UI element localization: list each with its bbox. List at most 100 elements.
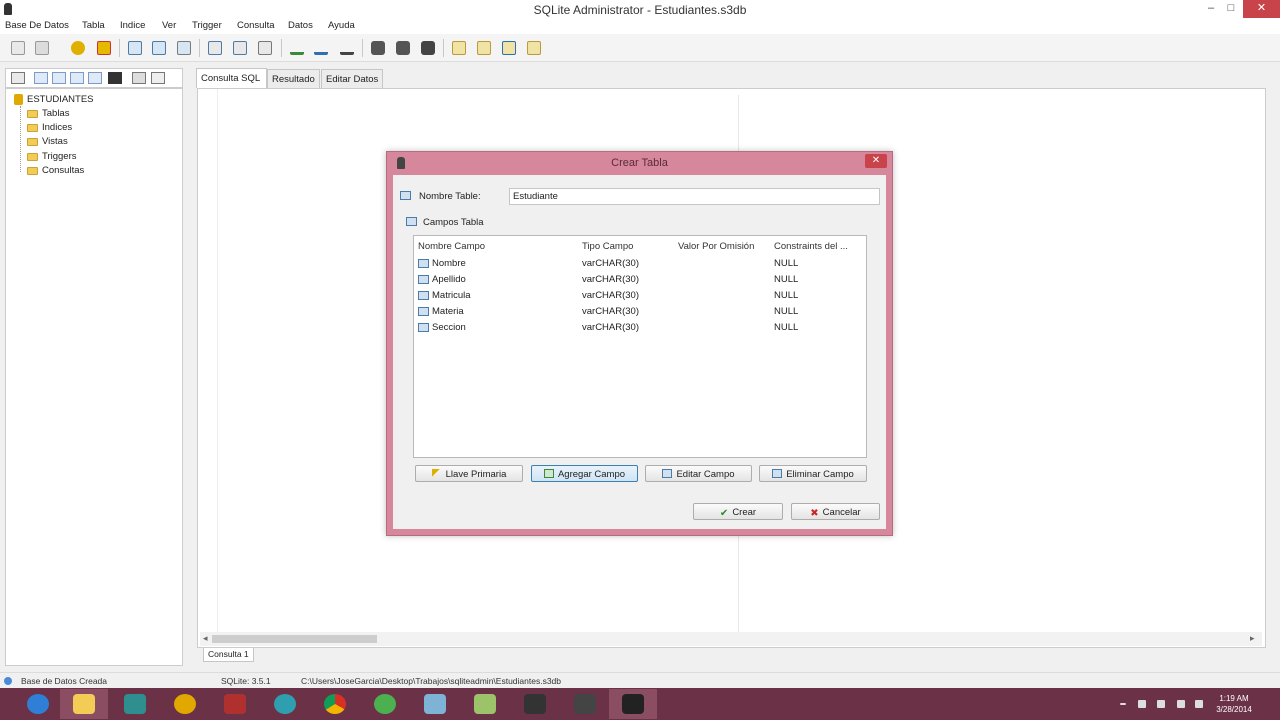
menu-base-de-datos[interactable]: Base De Datos	[5, 20, 69, 31]
fields-table[interactable]: Nombre Campo Tipo Campo Valor Por Omisió…	[413, 235, 867, 458]
run-query-button[interactable]	[499, 38, 519, 58]
menu-tabla[interactable]: Tabla	[82, 20, 105, 31]
start-button[interactable]	[14, 689, 62, 719]
scroll-left-icon[interactable]: ◂	[203, 633, 208, 644]
cancel-button[interactable]: ✖ Cancelar	[791, 503, 880, 520]
save-query-button[interactable]	[474, 38, 494, 58]
menu-ver[interactable]: Ver	[162, 20, 176, 31]
tree-index-icon[interactable]	[70, 72, 84, 84]
create-button[interactable]: ✔ Crear	[693, 503, 783, 520]
delete-view-button[interactable]	[255, 38, 275, 58]
tree-item-vistas[interactable]: Vistas	[27, 135, 167, 149]
field-type: varCHAR(30)	[582, 306, 640, 317]
taskbar-chrome[interactable]	[311, 689, 359, 719]
edit-trigger-button[interactable]	[393, 38, 413, 58]
new-database-button[interactable]	[8, 38, 28, 58]
tab-editar-datos[interactable]: Editar Datos	[321, 69, 383, 88]
taskbar-media-player[interactable]	[161, 689, 209, 719]
taskbar-app-3[interactable]	[261, 689, 309, 719]
edit-table-button[interactable]	[149, 38, 169, 58]
taskbar-file-explorer[interactable]	[60, 689, 108, 719]
taskbar-sqlite-admin[interactable]	[609, 689, 657, 719]
table-row[interactable]: Materia varCHAR(30) NULL	[414, 304, 866, 320]
delete-table-button[interactable]	[174, 38, 194, 58]
tree-view-icon[interactable]	[52, 72, 66, 84]
taskbar-app-1[interactable]	[111, 689, 159, 719]
menu-ayuda[interactable]: Ayuda	[328, 20, 355, 31]
taskbar-app-5[interactable]	[461, 689, 509, 719]
tree-refresh-icon[interactable]	[151, 72, 165, 84]
table-name-input[interactable]	[509, 188, 880, 205]
table-delete-icon	[177, 41, 191, 55]
tree-item-tablas[interactable]: Tablas	[27, 107, 167, 121]
tree-trigger-icon[interactable]	[108, 72, 122, 84]
tray-flag-icon[interactable]	[1157, 700, 1165, 708]
column-header-nombre-campo[interactable]: Nombre Campo	[418, 241, 485, 252]
tree-item-label: Indices	[42, 122, 73, 133]
menu-datos[interactable]: Datos	[288, 20, 313, 31]
tree-root[interactable]: ESTUDIANTES	[14, 93, 174, 107]
edit-query-button[interactable]	[524, 38, 544, 58]
cancel-label: Cancelar	[822, 506, 861, 518]
new-query-button[interactable]	[449, 38, 469, 58]
scroll-thumb[interactable]	[212, 635, 377, 643]
edit-field-button[interactable]: Editar Campo	[645, 465, 752, 482]
view-delete-icon	[258, 41, 272, 55]
taskbar-app-6[interactable]	[511, 689, 559, 719]
tray-network-icon[interactable]	[1138, 700, 1146, 708]
query-run-icon	[502, 41, 516, 55]
taskbar-app-4[interactable]	[411, 689, 459, 719]
column-header-tipo-campo[interactable]: Tipo Campo	[582, 241, 633, 252]
app-icon	[574, 694, 596, 714]
tray-volume-icon[interactable]	[1195, 700, 1203, 708]
menu-trigger[interactable]: Trigger	[192, 20, 222, 31]
create-table-button[interactable]	[125, 38, 145, 58]
edit-index-button[interactable]	[311, 38, 331, 58]
table-row[interactable]: Apellido varCHAR(30) NULL	[414, 272, 866, 288]
delete-index-button[interactable]	[337, 38, 357, 58]
tab-consulta-sql[interactable]: Consulta SQL	[196, 68, 267, 88]
database-icon	[14, 94, 23, 105]
taskbar-app-7[interactable]	[561, 689, 609, 719]
delete-field-button[interactable]: Eliminar Campo	[759, 465, 867, 482]
tree-table-icon[interactable]	[34, 72, 48, 84]
taskbar-app-2[interactable]	[211, 689, 259, 719]
table-row[interactable]: Nombre varCHAR(30) NULL	[414, 256, 866, 272]
field-constraint: NULL	[774, 274, 799, 285]
create-index-button[interactable]	[287, 38, 307, 58]
tree-item-consultas[interactable]: Consultas	[27, 164, 167, 178]
tree-item-indices[interactable]: Indices	[27, 121, 167, 135]
create-view-button[interactable]	[205, 38, 225, 58]
tree-root-icon[interactable]	[11, 72, 25, 84]
tray-show-hidden-icon[interactable]	[1120, 703, 1126, 705]
tree-item-triggers[interactable]: Triggers	[27, 150, 167, 164]
table-row[interactable]: Seccion varCHAR(30) NULL	[414, 320, 866, 336]
horizontal-scrollbar[interactable]: ◂ ▸	[200, 632, 1262, 646]
delete-database-button[interactable]	[94, 38, 114, 58]
close-button[interactable]: ✕	[1243, 0, 1280, 18]
tray-wifi-icon[interactable]	[1177, 700, 1185, 708]
maximize-button[interactable]: □	[1216, 0, 1246, 18]
tree-print-icon[interactable]	[132, 72, 146, 84]
scroll-right-icon[interactable]: ▸	[1250, 633, 1255, 644]
tab-resultado[interactable]: Resultado	[267, 69, 320, 88]
column-header-valor-por-omision[interactable]: Valor Por Omisión	[678, 241, 754, 252]
dialog-title: Crear Tabla	[611, 157, 668, 169]
open-database-button[interactable]	[68, 38, 88, 58]
create-trigger-button[interactable]	[368, 38, 388, 58]
dialog-close-button[interactable]: ✕	[865, 154, 887, 168]
taskbar-torrent[interactable]	[361, 689, 409, 719]
copy-database-button[interactable]	[32, 38, 52, 58]
delete-trigger-button[interactable]	[418, 38, 438, 58]
fields-section-icon	[406, 217, 417, 226]
tab-consulta-1[interactable]: Consulta 1	[203, 648, 254, 662]
taskbar-clock[interactable]: 1:19 AM 3/28/2014	[1210, 693, 1258, 715]
menu-indice[interactable]: Indice	[120, 20, 145, 31]
add-field-button[interactable]: Agregar Campo	[531, 465, 638, 482]
primary-key-button[interactable]: Llave Primaria	[415, 465, 523, 482]
table-row[interactable]: Matricula varCHAR(30) NULL	[414, 288, 866, 304]
menu-consulta[interactable]: Consulta	[237, 20, 275, 31]
column-header-constraints[interactable]: Constraints del ...	[774, 241, 848, 252]
edit-view-button[interactable]	[230, 38, 250, 58]
tree-text-icon[interactable]	[88, 72, 102, 84]
